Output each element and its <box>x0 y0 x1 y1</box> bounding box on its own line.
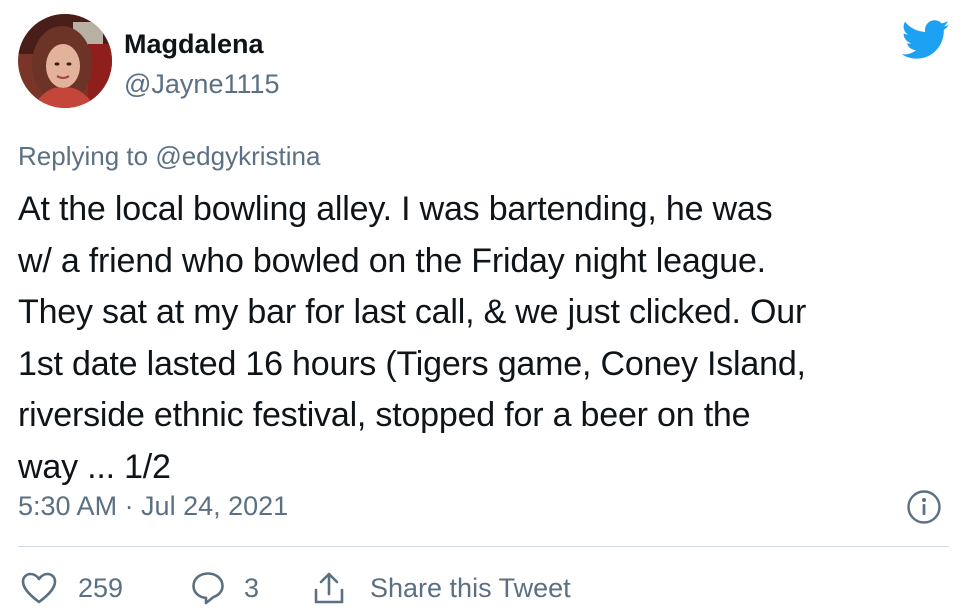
replying-to-prefix: Replying to <box>18 141 149 171</box>
share-icon <box>312 570 346 606</box>
tweet-text-line: 1st date lasted 16 hours (Tigers game, C… <box>18 344 806 383</box>
speech-bubble-icon <box>190 570 226 606</box>
tweet-text-line: riverside ethnic festival, stopped for a… <box>18 396 751 434</box>
display-name[interactable]: Magdalena <box>124 28 264 60</box>
tweet-text: At the local bowling alley. I was barten… <box>18 184 953 493</box>
tweet-card: Magdalena @Jayne1115 Replying to @edgykr… <box>0 0 966 616</box>
like-button[interactable]: 259 <box>20 564 123 612</box>
avatar[interactable] <box>18 14 112 108</box>
twitter-bird-icon[interactable] <box>901 20 950 60</box>
info-icon[interactable] <box>906 489 942 525</box>
tweet-text-line: w/ a friend who bowled on the Friday nig… <box>18 241 766 280</box>
replying-to: Replying to @edgykristina <box>18 140 320 172</box>
tweet-actions: 259 3 Share this Tweet <box>0 564 966 612</box>
reply-mention-link[interactable]: @edgykristina <box>155 141 320 171</box>
reply-button[interactable]: 3 <box>190 564 259 612</box>
user-handle[interactable]: @Jayne1115 <box>124 68 280 100</box>
tweet-text-line: way ... 1/2 <box>18 447 171 486</box>
reply-count: 3 <box>244 573 260 603</box>
share-label: Share this Tweet <box>370 573 571 603</box>
divider <box>18 546 949 547</box>
tweet-text-line: They sat at my bar for last call, & we j… <box>18 293 807 331</box>
like-count: 259 <box>78 573 124 603</box>
tweet-timestamp[interactable]: 5:30 AM · Jul 24, 2021 <box>18 490 288 522</box>
tweet-text-line: At the local bowling alley. I was barten… <box>18 190 773 228</box>
share-button[interactable]: Share this Tweet <box>312 564 571 612</box>
heart-icon <box>20 571 58 605</box>
